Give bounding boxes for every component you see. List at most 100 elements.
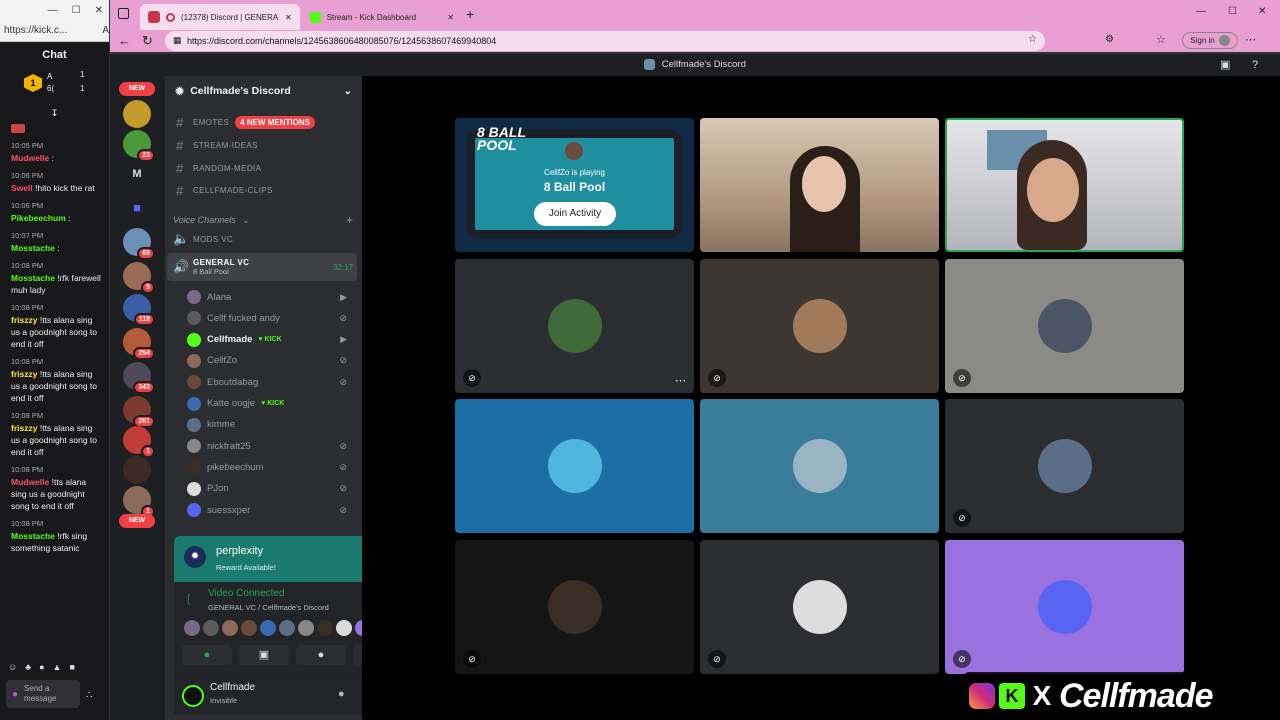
server-icon[interactable] [123,456,151,484]
participant-tile[interactable] [700,399,939,533]
participant-mini-avatar[interactable] [298,620,314,636]
new-pill[interactable]: NEW [119,82,155,96]
screen-share-button[interactable]: ▣ [239,645,289,665]
server-header[interactable]: ✹ Cellfmade's Discord ⌄ [165,76,362,106]
participant-tile[interactable]: ⊘ [945,399,1184,533]
chat-username[interactable]: friszzy [11,315,37,325]
user-avatar[interactable] [182,685,204,707]
tab-close-icon[interactable]: ✕ [285,13,292,22]
window-maximize-icon[interactable]: ☐ [1228,6,1237,17]
server-icon[interactable]: 1 [123,426,155,458]
popout-url[interactable]: https://kick.c... [4,25,96,36]
participant-tile[interactable]: ⊘ [700,540,939,674]
participant-mini-avatar[interactable] [222,620,238,636]
inbox-icon[interactable]: ▣ [1220,54,1230,76]
participant-mini-avatar[interactable] [260,620,276,636]
chat-input[interactable]: ● Send a message [6,680,80,708]
voice-channel-general[interactable]: 🔊 GENERAL VC 8 Ball Pool 32:17 [167,253,357,281]
close-icon[interactable]: ✕ [95,5,103,16]
channel-emotes[interactable]: # EMOTES 4 NEW MENTIONS [173,112,353,132]
voice-user[interactable]: Cellf fucked andy ⊘ [187,308,347,328]
settings-dots-icon[interactable]: ∴ [86,690,92,701]
chat-username[interactable]: Mosstache [11,273,55,283]
microphone-icon[interactable]: ● [338,688,345,700]
help-icon[interactable]: ? [1252,54,1258,76]
emote-icon[interactable]: ● [39,662,44,672]
participant-mini-avatar[interactable] [279,620,295,636]
collections-icon[interactable]: ☆ [1156,33,1166,46]
participant-tile[interactable]: ⊘ [455,540,694,674]
more-options-icon[interactable]: ⋯ [675,374,686,387]
chat-username[interactable]: Mosstache [11,531,55,541]
participant-mini-avatar[interactable] [184,620,200,636]
server-icon[interactable]: 1 [123,486,155,518]
channel-random-media[interactable]: # RANDOM-MEDIA [173,158,353,178]
video-tile-alana[interactable] [700,118,939,252]
folder-icon[interactable]: ■ [123,194,151,222]
voice-channel-path[interactable]: GENERAL VC / Cellfmade's Discord [208,603,329,612]
channel-cellfmade-clips[interactable]: # CELLFMADE-CLIPS [173,180,353,200]
new-pill[interactable]: NEW [119,514,155,528]
activity-tile[interactable]: 8 BALL POOL CellfZo is playing 8 Ball Po… [455,118,694,252]
window-minimize-icon[interactable]: — [1196,6,1206,17]
join-activity-button[interactable]: Join Activity [534,202,616,226]
chat-username[interactable]: Pikebeechum [11,213,66,223]
site-info-icon[interactable]: ▦ [173,35,182,46]
chat-username[interactable]: Swell [11,183,33,193]
participant-tile[interactable]: ⊘ [945,540,1184,674]
server-icon[interactable]: 261 [123,396,155,428]
back-icon[interactable]: ← [118,33,131,48]
dm-server-icon[interactable]: M [123,160,151,188]
signal-icon[interactable]: ❲ [184,592,193,605]
participant-tile[interactable]: ⊘ ⋯ [455,259,694,393]
voice-user[interactable]: CellfZo ⊘ [187,351,347,371]
voice-user[interactable]: PJon ⊘ [187,479,347,499]
user-name[interactable]: Cellfmade [210,682,255,693]
tab-close-icon[interactable]: ✕ [447,13,454,22]
participant-mini-avatar[interactable] [241,620,257,636]
tab-kick-dashboard[interactable]: Stream - Kick Dashboard ✕ [302,4,462,30]
tab-actions-icon[interactable] [118,8,129,19]
voice-user[interactable]: kimme [187,415,347,435]
voice-user[interactable]: pikebeechum ⊘ [187,457,347,477]
emote-icon[interactable]: ■ [69,662,74,672]
voice-user[interactable]: nickfratt25 ⊘ [187,436,347,456]
favorite-icon[interactable]: ☆ [1028,34,1037,45]
chat-username[interactable]: friszzy [11,369,37,379]
signin-button[interactable]: Sign in [1182,32,1238,49]
server-icon[interactable]: 69 [123,228,155,260]
voice-channel-mods[interactable]: 🔈 MODS VC [173,229,353,249]
voice-user[interactable]: Eboutdabag ⊘ [187,372,347,392]
tab-discord[interactable]: (12378) Discord | GENERAL VC ✕ [140,4,300,30]
mic-icon[interactable]: ● [12,689,18,700]
server-icon[interactable]: 5 [123,262,155,294]
reload-icon[interactable]: ↻ [142,33,153,49]
pinned-arrow-icon[interactable]: ↧ [0,108,109,118]
participant-tile[interactable]: ⊘ [945,259,1184,393]
voice-user[interactable]: suessxper ⊘ [187,500,347,520]
participant-tile[interactable] [455,399,694,533]
emote-icon[interactable]: ▲ [53,662,62,672]
chat-username[interactable]: Mosstache [11,243,55,253]
emote-icon[interactable]: ☺ [8,662,17,672]
maximize-icon[interactable]: ☐ [72,5,81,16]
new-tab-icon[interactable]: + [466,6,474,22]
window-close-icon[interactable]: ✕ [1258,6,1266,17]
participant-mini-avatar[interactable] [336,620,352,636]
voice-status[interactable]: Video Connected [208,588,285,599]
participant-mini-avatar[interactable] [317,620,333,636]
chat-username[interactable]: friszzy [11,423,37,433]
voice-user[interactable]: Cellfmade ♥ KICK ▶ [187,330,347,350]
participant-tile[interactable]: ⊘ [700,259,939,393]
server-icon[interactable]: 254 [123,328,155,360]
voice-category-header[interactable]: Voice Channels ⌄ + [173,210,353,230]
participant-mini-avatar[interactable] [203,620,219,636]
reader-icon[interactable]: A [102,25,109,36]
activity-button[interactable]: ● [296,645,346,665]
more-icon[interactable]: ⋯ [1245,33,1256,46]
emote-icon[interactable]: ♣ [25,662,31,672]
minimize-icon[interactable]: — [48,5,58,16]
extensions-icon[interactable]: ⚙ [1105,34,1114,45]
address-bar[interactable]: ▦ https://discord.com/channels/124563860… [165,31,1045,51]
video-tile-cellfmade[interactable] [945,118,1184,252]
